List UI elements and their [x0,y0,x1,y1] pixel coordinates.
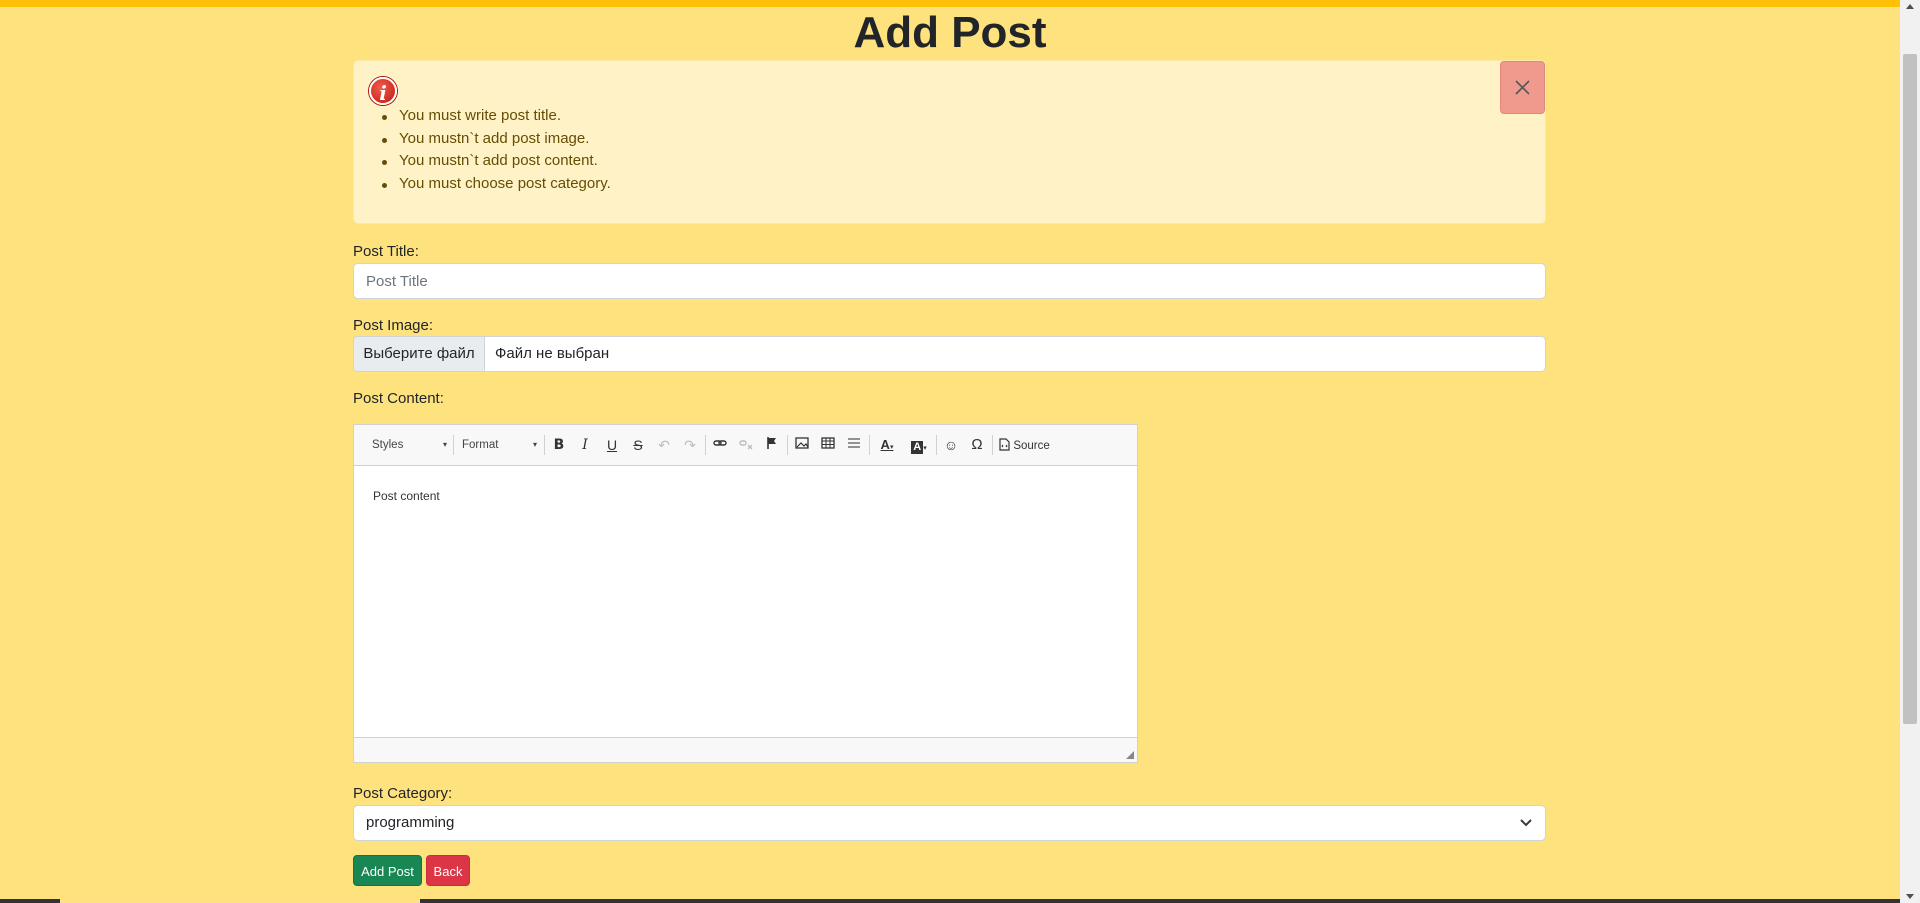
source-label: Source [1013,440,1050,452]
special-char-icon[interactable]: Ω [967,435,987,455]
redo-icon[interactable]: ↷ [680,435,700,455]
error-message: You must choose post category. [382,173,611,196]
chevron-down-icon: ▾ [442,440,447,449]
resize-handle-icon[interactable] [1126,751,1134,759]
format-combo[interactable]: Format ▾ [462,435,537,455]
toolbar-separator [705,435,706,455]
back-button[interactable]: Back [426,855,470,886]
post-content-label: Post Content: [353,390,444,407]
post-category-label: Post Category: [353,785,453,802]
styles-combo-label: Styles [372,439,404,451]
table-icon[interactable] [818,435,838,455]
error-message: You mustn`t add post image. [382,128,611,151]
page-title: Add Post [853,8,1047,57]
strikethrough-icon[interactable]: S [628,435,648,455]
source-icon [999,438,1010,451]
toolbar-separator [453,435,454,455]
error-alert: i You must write post title. You mustn`t… [353,60,1546,224]
scroll-thumb[interactable] [1903,54,1917,724]
error-message: You must write post title. [382,105,611,128]
toolbar-separator [787,435,788,455]
post-category-select[interactable]: programming [353,805,1546,841]
top-accent-strip [0,0,1900,7]
chevron-down-icon: ▾ [532,440,537,449]
editor-status-bar [354,737,1137,762]
background-color-icon[interactable]: A ▾ [907,435,931,455]
source-button[interactable]: Source [998,435,1058,455]
editor-toolbar: Styles ▾ Format ▾ B I U S ↶ ↷ A▾ A ▾ ☺ Ω… [354,425,1137,466]
bottom-edge [0,899,1920,903]
choose-file-button[interactable]: Выберите файл [354,337,485,371]
add-post-button[interactable]: Add Post [353,855,422,886]
editor-content-area[interactable]: Post content [354,466,1137,738]
editor-text: Post content [373,489,440,503]
post-image-file-input[interactable]: Выберите файл Файл не выбран [353,336,1546,372]
italic-icon[interactable]: I [575,435,595,455]
toolbar-separator [869,435,870,455]
selected-category: programming [366,814,455,831]
anchor-icon[interactable] [762,435,782,455]
post-image-label: Post Image: [353,317,434,334]
bold-icon[interactable]: B [549,435,569,455]
toolbar-separator [992,435,993,455]
scroll-up-icon[interactable] [1906,4,1914,9]
image-icon[interactable] [792,435,812,455]
undo-icon[interactable]: ↶ [654,435,674,455]
alert-close-button[interactable] [1500,61,1545,114]
smiley-icon[interactable]: ☺ [941,435,961,455]
toolbar-separator [544,435,545,455]
link-icon[interactable] [710,435,730,455]
post-title-label: Post Title: [353,243,419,260]
chevron-down-icon [1520,819,1532,827]
styles-combo[interactable]: Styles ▾ [372,435,447,455]
scroll-down-icon[interactable] [1906,894,1914,899]
error-list: You must write post title. You mustn`t a… [382,105,611,196]
underline-icon[interactable]: U [602,435,622,455]
rich-text-editor: Styles ▾ Format ▾ B I U S ↶ ↷ A▾ A ▾ ☺ Ω… [353,424,1138,763]
info-icon: i [369,77,397,105]
toolbar-separator [936,435,937,455]
close-icon [1515,80,1530,95]
format-combo-label: Format [462,439,499,451]
error-message: You mustn`t add post content. [382,150,611,173]
horizontal-line-icon[interactable] [844,435,864,455]
file-status-text: Файл не выбран [495,345,610,362]
unlink-icon[interactable] [736,435,756,455]
text-color-icon[interactable]: A▾ [875,435,899,455]
post-title-input[interactable] [353,263,1546,299]
vertical-scrollbar[interactable] [1900,0,1920,903]
